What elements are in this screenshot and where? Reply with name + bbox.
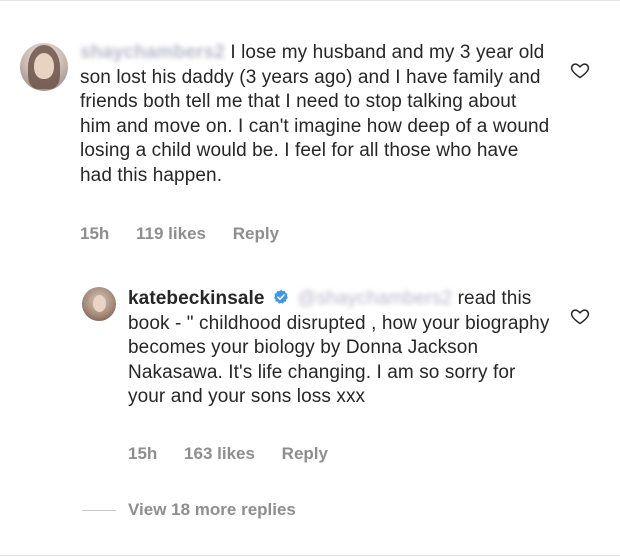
comment-text: I lose my husband and my 3 year old son … bbox=[80, 42, 550, 186]
comment-username[interactable]: shaychambers2 bbox=[80, 42, 225, 63]
avatar-face bbox=[93, 295, 106, 312]
view-more-replies-label[interactable]: View 18 more replies bbox=[128, 500, 296, 519]
comment-likes[interactable]: 119 likes bbox=[136, 224, 206, 243]
comment-likes[interactable]: 163 likes bbox=[184, 444, 255, 463]
mention-link[interactable]: @shaychambers2 bbox=[297, 288, 452, 309]
comment-time: 15h bbox=[128, 444, 158, 463]
avatar[interactable] bbox=[82, 287, 116, 321]
avatar-face bbox=[34, 53, 54, 79]
reply-button[interactable]: Reply bbox=[233, 224, 279, 243]
reply-button[interactable]: Reply bbox=[282, 444, 328, 463]
comment-username[interactable]: katebeckinsale bbox=[128, 288, 265, 309]
view-more-replies-button[interactable]: View 18 more replies bbox=[82, 500, 296, 520]
comment-thread: shaychambers2 I lose my husband and my 3… bbox=[0, 0, 620, 556]
verified-badge-icon bbox=[274, 289, 288, 304]
comment-meta: 15h 163 likes Reply bbox=[128, 444, 350, 464]
comment-body: katebeckinsale @shaychambers2 read this … bbox=[128, 287, 558, 410]
divider-line bbox=[82, 510, 116, 512]
comment-body: shaychambers2 I lose my husband and my 3… bbox=[80, 41, 550, 188]
heart-outline-icon[interactable] bbox=[570, 306, 590, 326]
heart-outline-icon[interactable] bbox=[570, 60, 590, 80]
comment-meta: 15h 119 likes Reply bbox=[80, 224, 301, 244]
avatar[interactable] bbox=[20, 43, 68, 91]
comment-time: 15h bbox=[80, 224, 110, 243]
